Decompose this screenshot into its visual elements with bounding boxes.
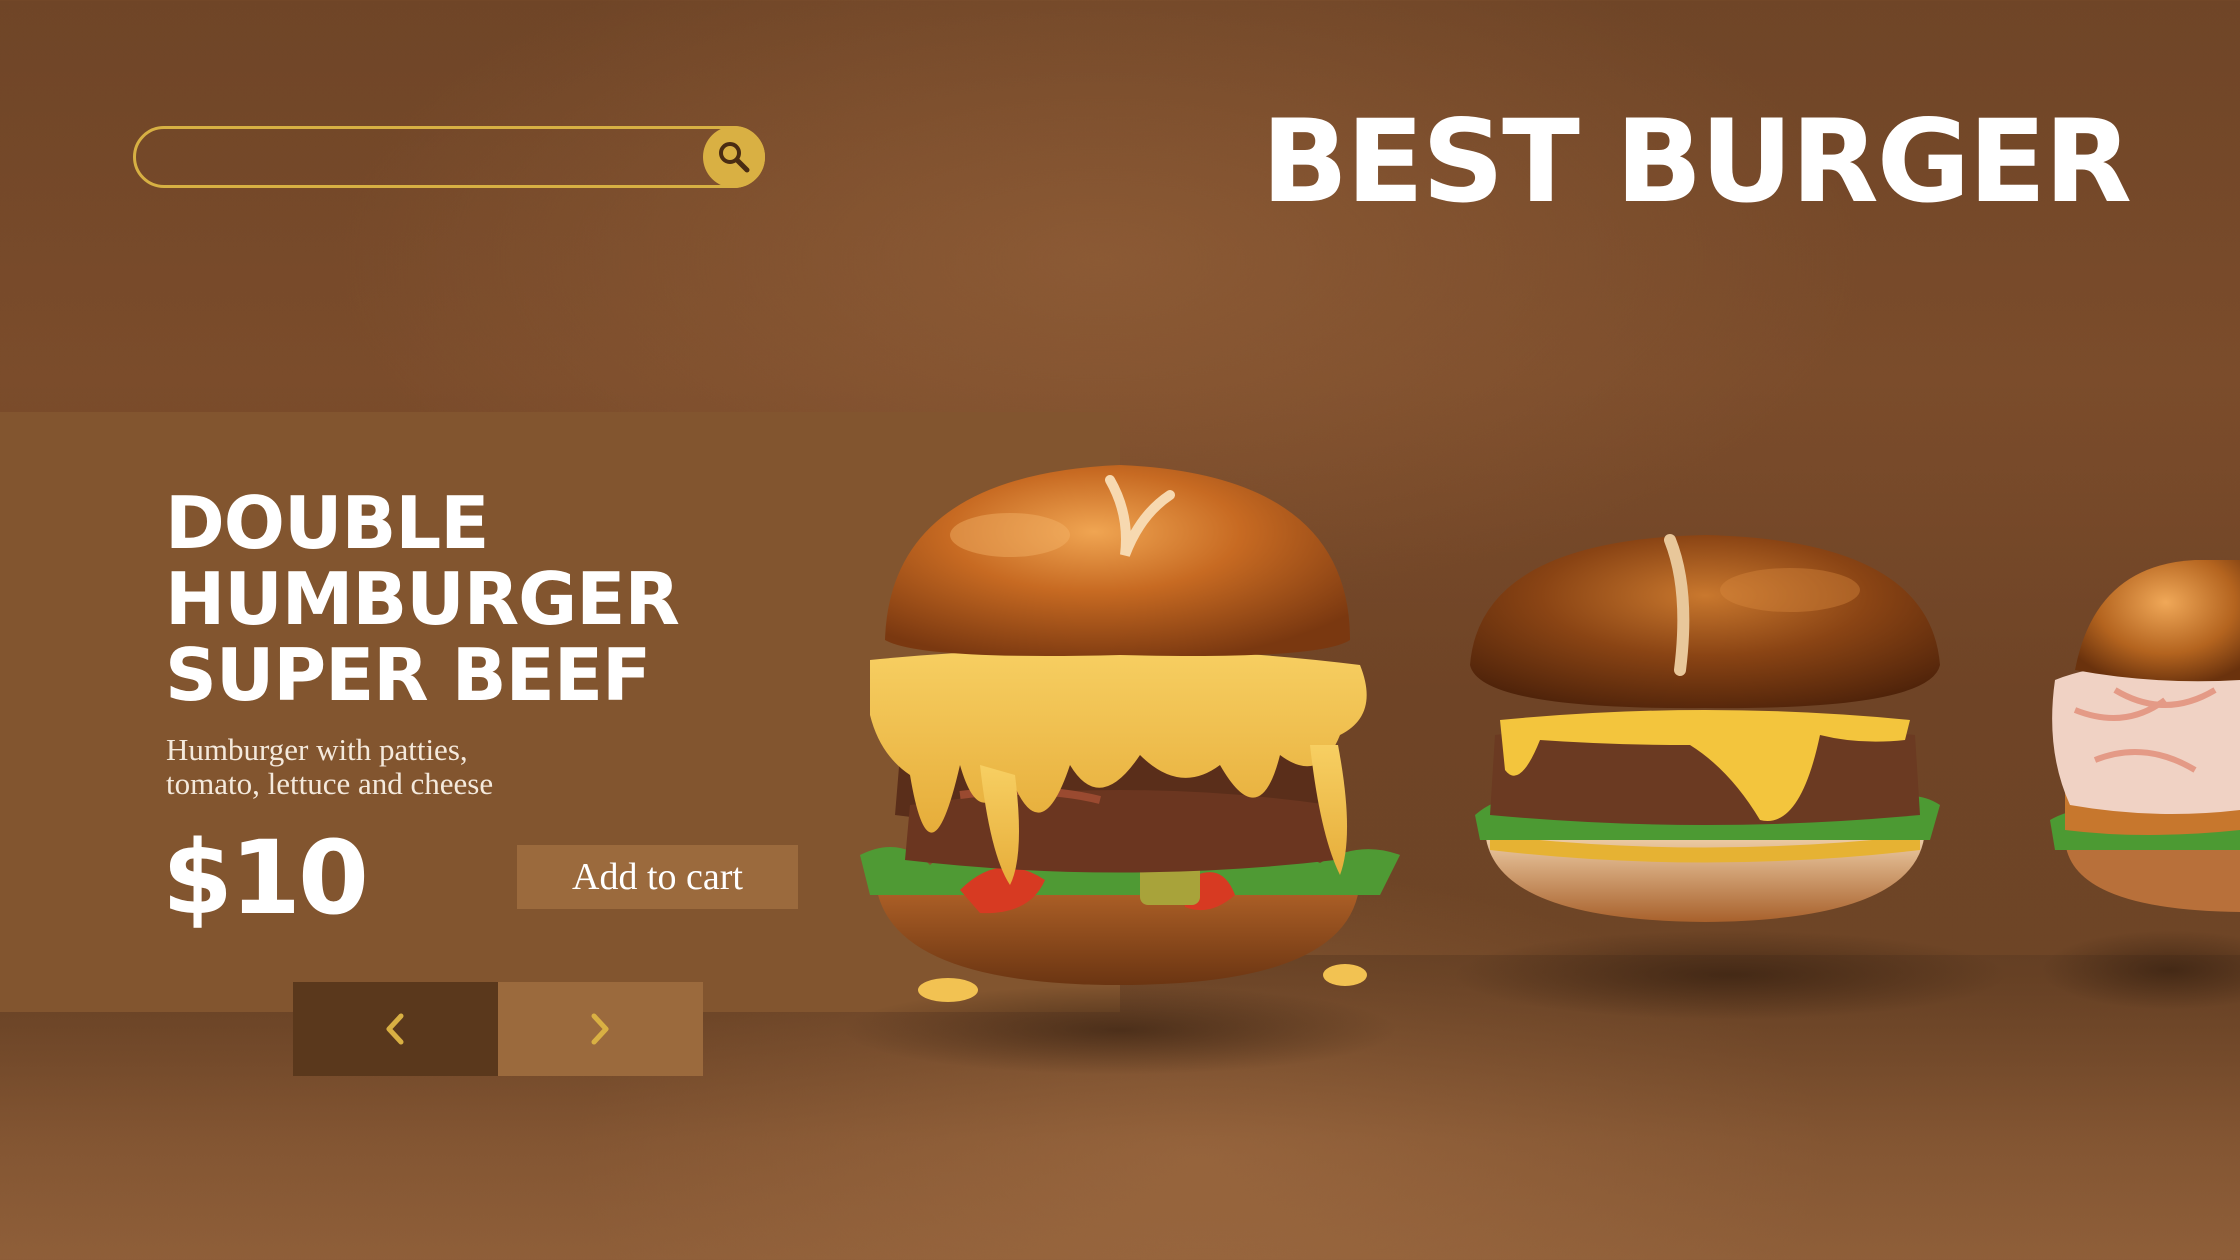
search-bar	[133, 126, 765, 188]
page-title: BEST BURGER	[1261, 95, 2132, 228]
chevron-left-icon	[386, 1013, 404, 1045]
search-button[interactable]	[703, 126, 765, 188]
cheeseburger-image[interactable]	[1460, 530, 1950, 930]
burger-shadow	[1450, 930, 2010, 1020]
product-title: DOUBLE HUMBURGER SUPER BEEF	[165, 485, 785, 713]
product-title-line: HUMBURGER	[165, 557, 680, 641]
product-title-line: SUPER BEEF	[165, 633, 651, 717]
search-input[interactable]	[158, 135, 698, 179]
product-description: Humburger with patties, tomato, lettuce …	[166, 733, 666, 801]
product-description-line: tomato, lettuce and cheese	[166, 766, 494, 801]
search-icon	[719, 142, 750, 173]
product-description-line: Humburger with patties,	[166, 732, 468, 767]
chicken-slaw-burger-image[interactable]	[2045, 560, 2240, 920]
product-title-line: DOUBLE	[165, 481, 489, 565]
product-price: $10	[162, 819, 369, 938]
add-to-cart-button[interactable]: Add to cart	[517, 845, 798, 909]
chevron-right-icon	[591, 1013, 609, 1045]
carousel-prev-button[interactable]	[293, 982, 498, 1076]
carousel-next-button[interactable]	[498, 982, 703, 1076]
double-cheese-burger-image[interactable]	[840, 455, 1400, 1015]
